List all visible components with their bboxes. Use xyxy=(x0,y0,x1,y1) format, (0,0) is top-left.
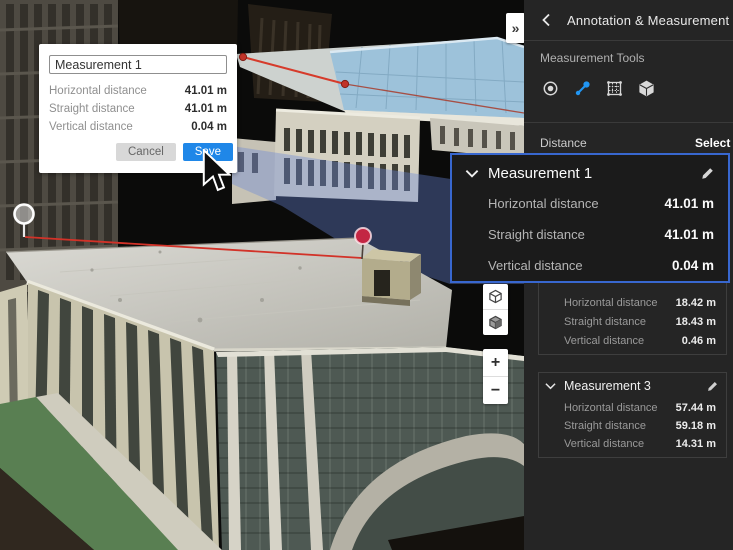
row-value: 41.01 m xyxy=(664,196,714,211)
row-value: 14.31 m xyxy=(676,438,716,450)
view-mode-controls xyxy=(483,284,508,335)
measurement-row: Vertical distance 14.31 m xyxy=(539,435,726,453)
row-label: Vertical distance xyxy=(564,438,644,450)
measurement-row: Straight distance 18.43 m xyxy=(539,312,726,331)
row-label: Horizontal distance xyxy=(488,196,599,211)
view-cube-wireframe-button[interactable] xyxy=(483,284,508,309)
chevron-down-icon xyxy=(465,169,479,178)
row-value: 0.04 m xyxy=(672,258,714,273)
distance-tool-button[interactable] xyxy=(572,78,592,98)
cancel-button[interactable]: Cancel xyxy=(116,143,176,161)
dashed-square-icon xyxy=(606,80,623,97)
tools-row xyxy=(540,78,733,98)
row-label: Straight distance xyxy=(488,227,585,242)
measurement-row: Straight distance 59.18 m xyxy=(539,417,726,435)
measure-pin-end[interactable] xyxy=(355,228,371,244)
row-value: 18.42 m xyxy=(676,297,716,309)
row-label: Horizontal distance xyxy=(564,297,658,309)
zoom-controls: + − xyxy=(483,349,508,404)
dialog-measurement-rows: Horizontal distance 41.01 m Straight dis… xyxy=(49,82,227,136)
dialog-row: Straight distance 41.01 m xyxy=(49,100,227,118)
measure-point-marker[interactable] xyxy=(341,80,348,87)
dialog-row: Horizontal distance 41.01 m xyxy=(49,82,227,100)
row-label: Horizontal distance xyxy=(49,85,147,97)
measurement-header[interactable]: Measurement 1 xyxy=(452,155,728,182)
measurement-header[interactable]: Measurement 3 xyxy=(539,373,726,399)
dialog-row: Vertical distance 0.04 m xyxy=(49,118,227,136)
edit-pencil-icon[interactable] xyxy=(707,381,718,392)
app-window: » + − Hor xyxy=(0,0,733,550)
edit-pencil-icon[interactable] xyxy=(701,167,714,180)
zoom-in-button[interactable]: + xyxy=(483,349,508,376)
back-chevron-icon[interactable] xyxy=(540,13,554,27)
area-tool-button[interactable] xyxy=(604,78,624,98)
zoom-out-button[interactable]: − xyxy=(483,376,508,404)
measurement-row: Horizontal distance 41.01 m xyxy=(452,188,728,219)
row-label: Straight distance xyxy=(564,420,646,432)
measure-point-marker[interactable] xyxy=(239,53,246,60)
row-label: Vertical distance xyxy=(564,335,644,347)
measurement-row: Vertical distance 0.04 m xyxy=(452,250,728,281)
row-value: 41.01 m xyxy=(185,85,227,97)
measurement-tools-section: Measurement Tools xyxy=(524,41,733,123)
panel-header: Annotation & Measurement xyxy=(524,0,733,41)
cube-solid-icon xyxy=(488,315,503,330)
measurement-rows: Horizontal distance 41.01 m Straight dis… xyxy=(452,188,728,281)
row-label: Vertical distance xyxy=(488,258,583,273)
cube-wireframe-icon xyxy=(488,289,503,304)
row-value: 18.43 m xyxy=(676,316,716,328)
distance-label: Distance xyxy=(540,136,587,150)
dialog-buttons: Cancel Save xyxy=(116,143,233,161)
row-label: Horizontal distance xyxy=(564,402,658,414)
tools-section-label: Measurement Tools xyxy=(540,51,733,65)
double-chevron-right-icon: » xyxy=(512,20,520,36)
save-button[interactable]: Save xyxy=(183,143,233,161)
3d-viewport[interactable]: » + − Hor xyxy=(0,0,524,550)
row-value: 41.01 m xyxy=(185,103,227,115)
measurement-list-item[interactable]: Measurement 3 Horizontal distance 57.44 … xyxy=(538,372,727,458)
row-label: Vertical distance xyxy=(49,121,133,133)
distance-list-header: Distance Select All xyxy=(524,132,733,154)
view-cube-solid-button[interactable] xyxy=(483,309,508,335)
point-tool-button[interactable] xyxy=(540,78,560,98)
select-all-button[interactable]: Select All xyxy=(695,136,733,150)
selected-measurement-panel[interactable]: Measurement 1 Horizontal distance 41.01 … xyxy=(450,153,730,283)
measure-pin-start[interactable] xyxy=(15,205,34,224)
measurement-row: Straight distance 41.01 m xyxy=(452,219,728,250)
row-value: 0.46 m xyxy=(682,335,716,347)
row-label: Straight distance xyxy=(49,103,135,115)
row-value: 41.01 m xyxy=(664,227,714,242)
measurement-row: Horizontal distance 57.44 m xyxy=(539,399,726,417)
measurement-name: Measurement 1 xyxy=(488,165,701,182)
row-value: 0.04 m xyxy=(191,121,227,133)
measurement-row: Vertical distance 0.46 m xyxy=(539,331,726,350)
expand-panel-button[interactable]: » xyxy=(506,13,525,43)
panel-title: Annotation & Measurement xyxy=(567,13,729,28)
measurement-save-dialog: Horizontal distance 41.01 m Straight dis… xyxy=(39,44,237,173)
volume-tool-button[interactable] xyxy=(636,78,656,98)
row-value: 57.44 m xyxy=(676,402,716,414)
cube-icon xyxy=(638,80,655,97)
circle-dot-icon xyxy=(542,80,559,97)
line-two-points-icon xyxy=(574,80,591,97)
row-label: Straight distance xyxy=(564,316,646,328)
measurement-name: Measurement 3 xyxy=(564,379,707,393)
row-value: 59.18 m xyxy=(676,420,716,432)
measurement-name-input[interactable] xyxy=(49,55,227,74)
measurement-row: Horizontal distance 18.42 m xyxy=(539,293,726,312)
chevron-down-icon xyxy=(545,382,556,390)
